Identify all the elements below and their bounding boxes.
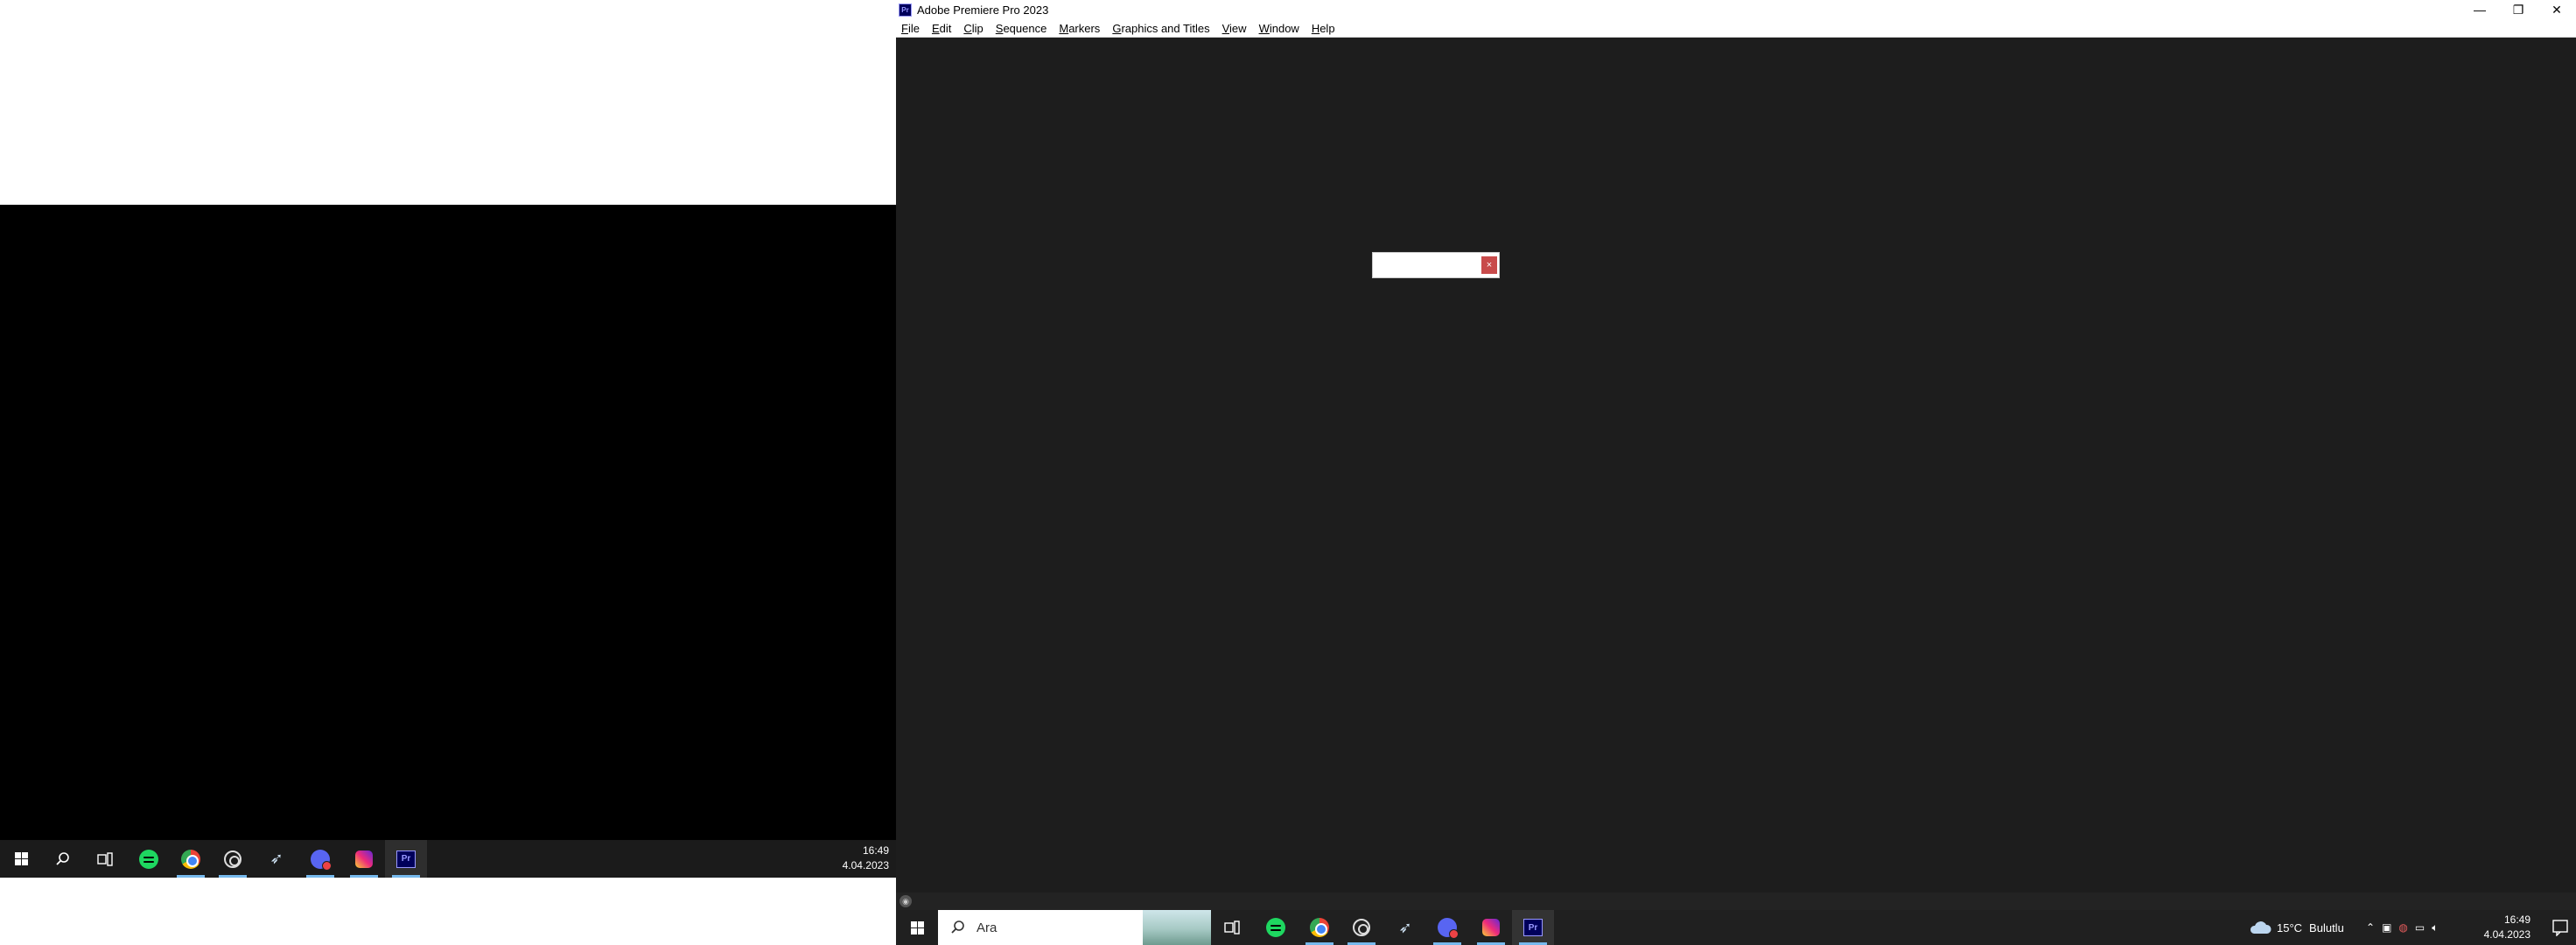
status-info-icon[interactable]: ◉ [900, 895, 912, 907]
security-icon[interactable]: ◍ [2398, 921, 2407, 934]
weather-text: Bulutlu [2309, 920, 2344, 934]
spotify-icon [139, 849, 158, 869]
left-white-area [0, 0, 896, 205]
clock-time: 16:49 [2503, 914, 2530, 926]
menu-window[interactable]: Window [1259, 22, 1299, 35]
premiere-app[interactable]: Pr [385, 840, 427, 878]
start-button[interactable] [896, 910, 938, 945]
search-box[interactable]: Ara [938, 910, 1211, 945]
premiere-app[interactable]: Pr [1512, 910, 1554, 945]
popup-close-button[interactable]: × [1481, 256, 1497, 274]
discord-app[interactable] [299, 840, 341, 878]
right-taskbar: Ara ➶ Pr 15°C Bulutlu ⌃ ▣ ◍ ▭ 🔈︎ 16:49 4… [896, 910, 2576, 945]
menu-help[interactable]: Help [1312, 22, 1335, 35]
clock-time: 16:49 [862, 844, 889, 857]
menu-bar: File Edit Clip Sequence Markers Graphics… [896, 19, 2576, 38]
weather-temp: 15°C [2277, 920, 2303, 934]
search-placeholder: Ara [976, 920, 998, 935]
cloud-icon [2250, 921, 2272, 934]
loading-popup: × [1372, 252, 1500, 278]
menu-graphics-and-titles[interactable]: Graphics and Titles [1112, 22, 1209, 35]
instagram-app[interactable] [1470, 910, 1512, 945]
volume-icon[interactable]: 🔈︎ [2432, 921, 2438, 934]
obs-app[interactable] [212, 840, 254, 878]
menu-edit[interactable]: Edit [932, 22, 951, 35]
premiere-icon: Pr [899, 3, 912, 17]
close-icon: × [1486, 260, 1493, 270]
search-icon [56, 851, 69, 865]
taskbar-clock[interactable]: 16:49 4.04.2023 [2484, 913, 2530, 942]
menu-view[interactable]: View [1222, 22, 1247, 35]
clock-date: 4.04.2023 [2483, 928, 2530, 941]
weather-widget[interactable]: 15°C Bulutlu [2249, 910, 2344, 945]
discord-icon [1438, 918, 1459, 939]
obs-icon [224, 850, 242, 868]
menu-sequence[interactable]: Sequence [996, 22, 1047, 35]
chrome-icon [1310, 918, 1329, 937]
search-highlight-image [1143, 910, 1211, 945]
window-title: Adobe Premiere Pro 2023 [917, 3, 1049, 17]
obs-icon [1353, 919, 1370, 936]
premiere-icon: Pr [396, 850, 416, 868]
left-monitor: ➶ Pr 16:49 4.04.2023 [0, 0, 896, 945]
menu-clip[interactable]: Clip [963, 22, 983, 35]
device-icon[interactable]: ▣ [2382, 921, 2391, 934]
chrome-app[interactable] [1298, 910, 1340, 945]
start-button[interactable] [0, 840, 42, 878]
spotify-app[interactable] [128, 840, 170, 878]
task-view-button[interactable] [1211, 910, 1253, 945]
chevron-up-icon[interactable]: ⌃ [2366, 921, 2375, 934]
system-tray: ⌃ ▣ ◍ ▭ 🔈︎ [2366, 910, 2438, 945]
notification-icon[interactable] [2552, 919, 2569, 936]
minimize-button[interactable]: — [2460, 0, 2499, 19]
instagram-app[interactable] [343, 840, 385, 878]
steam-app[interactable]: ➶ [1384, 910, 1426, 945]
instagram-icon [355, 850, 373, 868]
instagram-icon [1482, 919, 1500, 936]
spotify-icon [1266, 918, 1285, 937]
left-desktop-black [0, 205, 896, 840]
taskbar-clock[interactable]: 16:49 4.04.2023 [843, 844, 889, 873]
minimize-icon: — [2474, 3, 2486, 17]
search-button[interactable] [42, 840, 84, 878]
left-bottom-white-area [0, 878, 896, 945]
windows-icon [910, 920, 924, 934]
task-view-icon [97, 851, 113, 866]
steam-app[interactable]: ➶ [256, 840, 298, 878]
spotify-app[interactable] [1255, 910, 1297, 945]
workspace: × [896, 38, 2576, 892]
steam-icon: ➶ [1398, 918, 1412, 936]
chrome-app[interactable] [170, 840, 212, 878]
menu-file[interactable]: File [901, 22, 920, 35]
search-icon [951, 920, 964, 934]
left-taskbar: ➶ Pr 16:49 4.04.2023 [0, 840, 896, 878]
menu-markers[interactable]: Markers [1059, 22, 1100, 35]
task-view-button[interactable] [84, 840, 126, 878]
premiere-window: Pr Adobe Premiere Pro 2023 — ❐ ✕ File Ed… [896, 0, 2576, 910]
close-button[interactable]: ✕ [2538, 0, 2576, 19]
restore-icon: ❐ [2512, 2, 2524, 17]
windows-icon [14, 852, 28, 865]
steam-icon: ➶ [270, 850, 284, 867]
premiere-icon: Pr [1523, 919, 1543, 936]
title-bar[interactable]: Pr Adobe Premiere Pro 2023 — ❐ ✕ [896, 0, 2576, 19]
network-icon[interactable]: ▭ [2415, 921, 2425, 934]
discord-app[interactable] [1426, 910, 1468, 945]
close-icon: ✕ [2552, 2, 2562, 17]
discord-icon [311, 849, 332, 871]
task-view-icon [1224, 920, 1240, 934]
chrome-icon [181, 849, 200, 869]
obs-app[interactable] [1340, 910, 1382, 945]
status-bar: ◉ [896, 892, 2576, 910]
restore-button[interactable]: ❐ [2499, 0, 2538, 19]
clock-date: 4.04.2023 [842, 859, 889, 872]
